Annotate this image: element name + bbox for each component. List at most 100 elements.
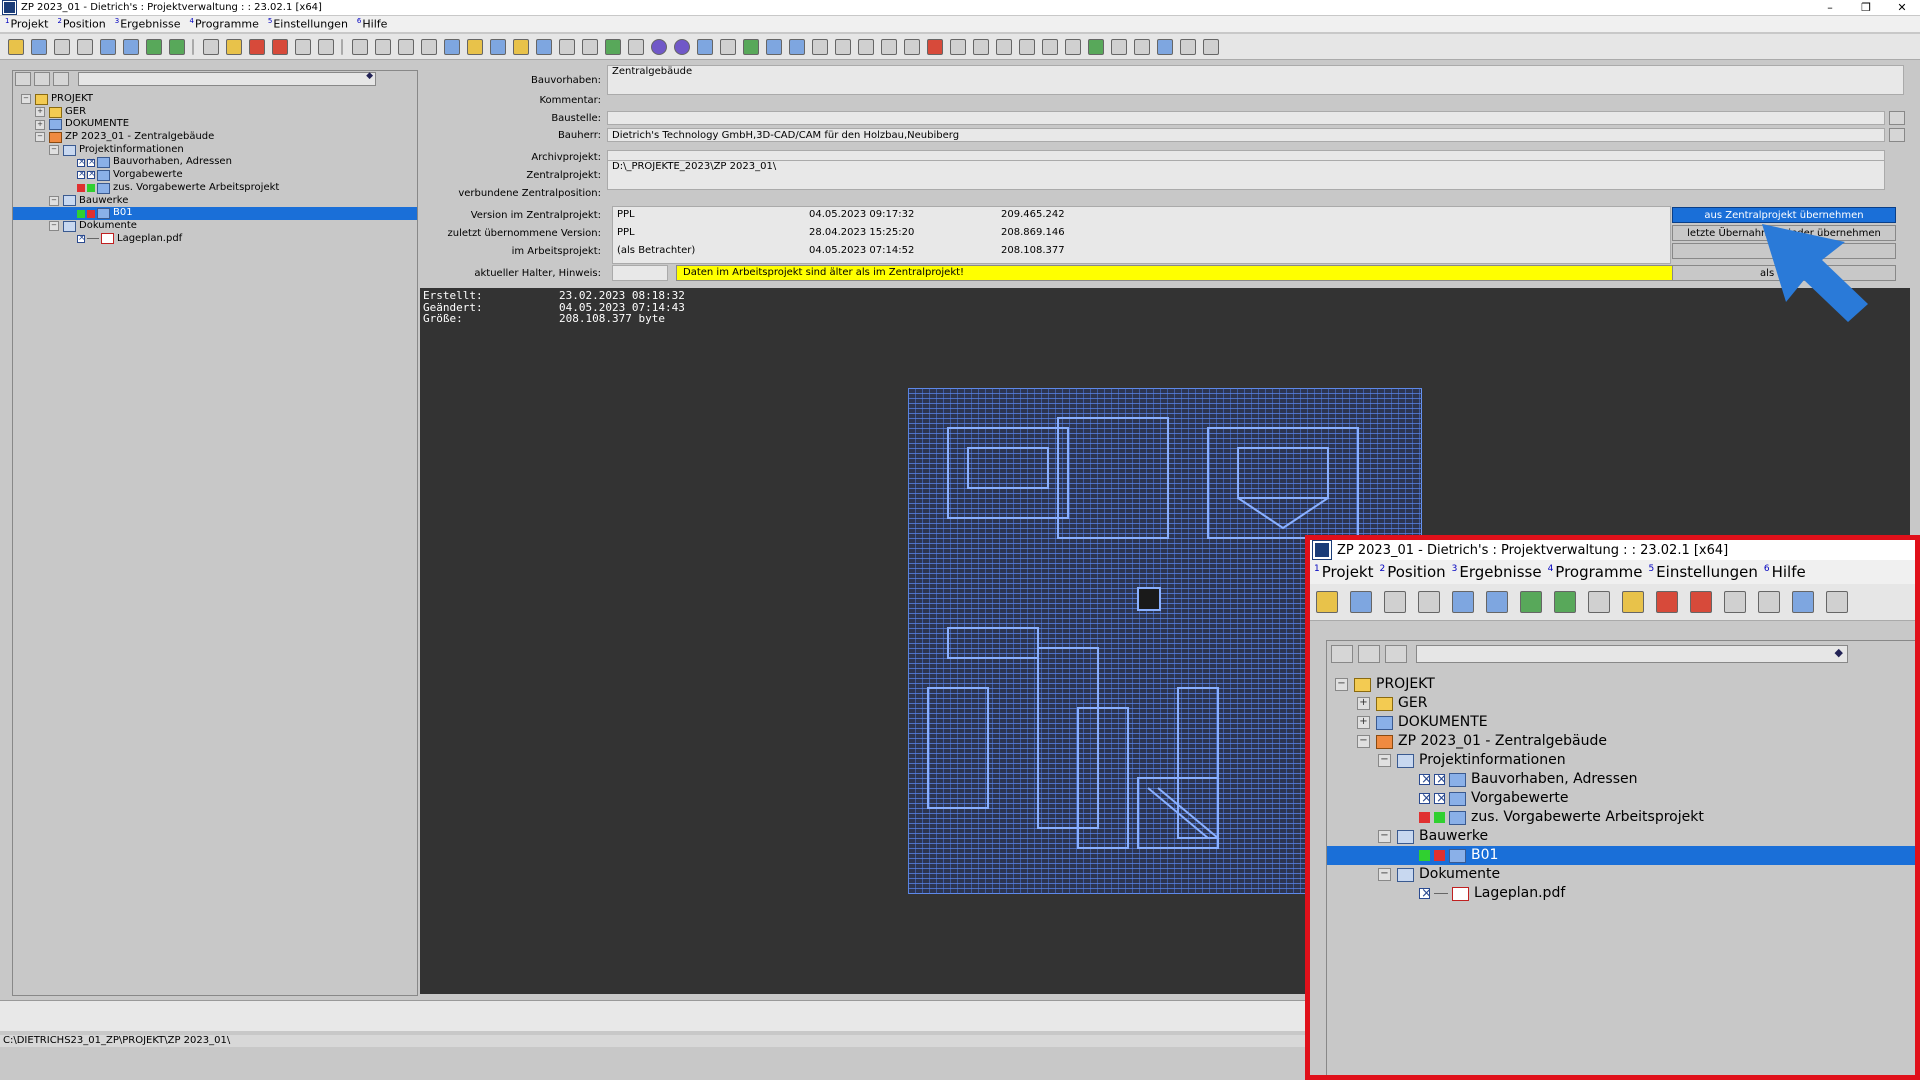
hierarchy-icon[interactable] — [490, 38, 506, 55]
minimize-button[interactable]: – — [1812, 0, 1848, 15]
menu-projekt[interactable]: 1Projekt — [5, 17, 48, 31]
open-folder-icon[interactable] — [1622, 591, 1644, 613]
folder-icon[interactable] — [203, 38, 219, 55]
new-folder-icon[interactable] — [1316, 591, 1338, 613]
doc2-icon[interactable] — [1111, 38, 1127, 55]
collapse-icon[interactable]: − — [1378, 868, 1391, 881]
new-folder-icon[interactable] — [8, 38, 24, 55]
tree-item-lageplan[interactable]: Lageplan.pdf — [13, 232, 417, 246]
tree-item-b01[interactable]: B01 — [13, 207, 417, 220]
tree-expand-icon[interactable] — [15, 72, 31, 86]
tree-item-vorgabewerte[interactable]: Vorgabewerte — [1327, 789, 1915, 808]
window5-icon[interactable] — [904, 38, 920, 55]
zoom-menu-position[interactable]: 2 Position — [1380, 563, 1446, 581]
building-icon[interactable] — [513, 38, 529, 55]
window3-icon[interactable] — [858, 38, 874, 55]
doc-icon[interactable] — [1065, 38, 1081, 55]
tree-item-lageplan[interactable]: Lageplan.pdf — [1327, 884, 1915, 903]
collapse-icon[interactable]: − — [1357, 735, 1370, 748]
zentralprojekt-field[interactable]: D:\_PROJEKTE_2023\ZP 2023_01\ — [607, 160, 1885, 190]
copy-icon[interactable] — [352, 38, 368, 55]
tree-item-zp[interactable]: − ZP 2023_01 - Zentralgebäude — [1327, 732, 1915, 751]
tree-item-projektinformationen[interactable]: − Projektinformationen — [1327, 751, 1915, 770]
tools-icon[interactable] — [1384, 591, 1406, 613]
window4-icon[interactable] — [881, 38, 897, 55]
tree-item-b01[interactable]: B01 — [1327, 846, 1915, 865]
menu-programme[interactable]: 4Programme — [190, 17, 259, 31]
close-button[interactable]: ✕ — [1884, 0, 1920, 15]
tree-item-projektinformationen[interactable]: − Projektinformationen — [13, 144, 417, 157]
collapse-icon[interactable]: − — [1335, 678, 1348, 691]
doc5-icon[interactable] — [1180, 38, 1196, 55]
print-icon[interactable] — [398, 38, 414, 55]
copy-icon[interactable] — [1792, 591, 1814, 613]
import-icon[interactable] — [1520, 591, 1542, 613]
menu-hilfe[interactable]: 6Hilfe — [357, 17, 388, 31]
bauherr-field[interactable]: Dietrich's Technology GmbH,3D-CAD/CAM fü… — [607, 128, 1885, 142]
zoom-menu-ergebnisse[interactable]: 3 Ergebnisse — [1452, 563, 1542, 581]
collapse-icon[interactable]: − — [35, 132, 45, 143]
restore-button[interactable]: ❐ — [1848, 0, 1884, 15]
baustelle-field[interactable] — [607, 111, 1885, 125]
folder-icon[interactable] — [1588, 591, 1610, 613]
zoom-menu-projekt[interactable]: 1 Projekt — [1314, 563, 1374, 581]
zoom-menu-programme[interactable]: 4 Programme — [1548, 563, 1643, 581]
doc6-icon[interactable] — [1203, 38, 1219, 55]
camera-icon[interactable] — [1418, 591, 1440, 613]
collapse-icon[interactable]: − — [49, 195, 59, 206]
tree-collapse-icon[interactable] — [1358, 645, 1380, 663]
collapse-icon[interactable]: − — [21, 94, 31, 105]
collapse-icon[interactable]: − — [49, 221, 59, 232]
delete-icon[interactable] — [249, 38, 265, 55]
menu-einstellungen[interactable]: 5Einstellungen — [268, 17, 348, 31]
doc-check-icon[interactable] — [1088, 38, 1104, 55]
project-info-icon[interactable] — [1486, 591, 1508, 613]
window6-icon[interactable] — [927, 38, 943, 55]
expand-icon[interactable]: + — [35, 107, 45, 118]
download-icon[interactable] — [628, 38, 644, 55]
compare-icon[interactable] — [559, 38, 575, 55]
archive-icon[interactable] — [1724, 591, 1746, 613]
project-info-icon[interactable] — [123, 38, 139, 55]
tree-item-ger[interactable]: + GER — [13, 106, 417, 119]
user-icon[interactable] — [697, 38, 713, 55]
tree-view-icon[interactable] — [1385, 645, 1407, 663]
tree-item-zp[interactable]: − ZP 2023_01 - Zentralgebäude — [13, 131, 417, 144]
tree-expand-icon[interactable] — [1331, 645, 1353, 663]
tree-item-dokumente-sub[interactable]: − Dokumente — [13, 220, 417, 233]
export-icon[interactable] — [318, 38, 334, 55]
layer4-icon[interactable] — [1019, 38, 1035, 55]
tree-view-icon[interactable] — [53, 72, 69, 86]
preview-icon[interactable] — [582, 38, 598, 55]
search-project-icon[interactable] — [100, 38, 116, 55]
remove-folder-icon[interactable] — [272, 38, 288, 55]
collapse-icon[interactable]: − — [49, 145, 59, 156]
doc3-icon[interactable] — [1134, 38, 1150, 55]
tree-item-dokumente[interactable]: + DOKUMENTE — [13, 118, 417, 131]
expand-icon[interactable]: + — [1357, 697, 1370, 710]
remove-folder-icon[interactable] — [1690, 591, 1712, 613]
package-icon[interactable] — [467, 38, 483, 55]
aus-zentralprojekt-button[interactable]: aus Zentralprojekt übernehmen — [1672, 207, 1896, 223]
search-project-icon[interactable] — [1452, 591, 1474, 613]
delete-icon[interactable] — [1656, 591, 1678, 613]
transfer-icon[interactable] — [169, 38, 185, 55]
layer3-icon[interactable] — [996, 38, 1012, 55]
tree-item-ger[interactable]: + GER — [1327, 694, 1915, 713]
halter-field[interactable] — [612, 265, 668, 281]
tree-item-projekt[interactable]: − PROJEKT — [13, 93, 417, 106]
tree-item-bauwerke[interactable]: − Bauwerke — [1327, 827, 1915, 846]
transfer-icon[interactable] — [1554, 591, 1576, 613]
sync-icon[interactable] — [766, 38, 782, 55]
tools-icon[interactable] — [54, 38, 70, 55]
window-icon[interactable] — [812, 38, 828, 55]
tree-item-bauvorhaben[interactable]: Bauvorhaben, Adressen — [1327, 770, 1915, 789]
screen-icon[interactable] — [789, 38, 805, 55]
tree-item-vorgabewerte[interactable]: Vorgabewerte — [13, 168, 417, 182]
tree-filter-combo[interactable]: ◆ — [78, 71, 376, 86]
database-icon[interactable] — [444, 38, 460, 55]
tree-item-projekt[interactable]: − PROJEKT — [1327, 675, 1915, 694]
paste-icon[interactable] — [1826, 591, 1848, 613]
expand-icon[interactable]: + — [1357, 716, 1370, 729]
help-icon[interactable] — [651, 38, 667, 55]
